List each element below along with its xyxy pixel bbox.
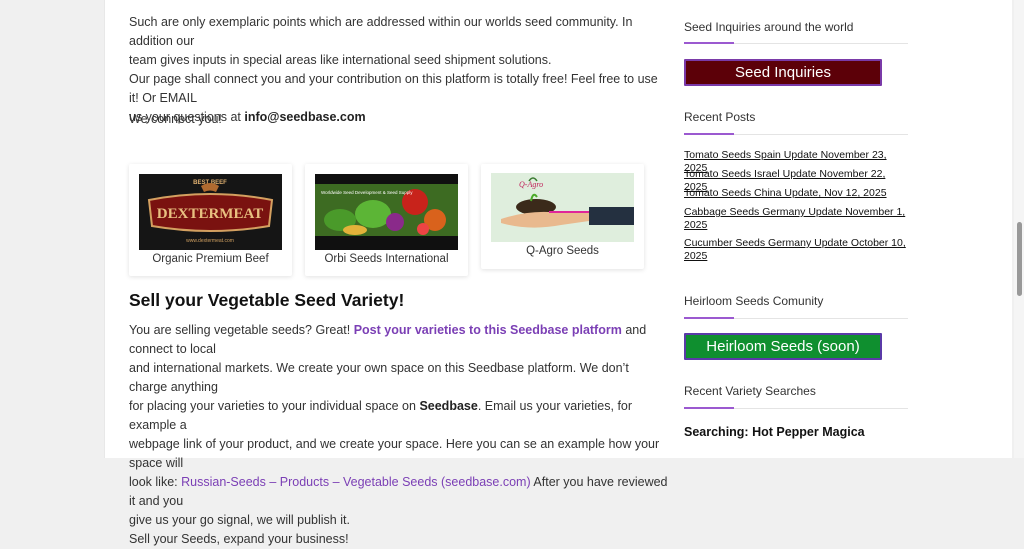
seedbase-bold: Seedbase [419,399,478,413]
recent-post-link[interactable]: Tomato Seeds China Update, Nov 12, 2025 [684,187,906,200]
intro-line-3: Our page shall connect you and your cont… [129,72,658,105]
sidebar: Seed Inquiries around the world Seed Inq… [667,0,1012,458]
divider [684,407,908,409]
sell-text: You are selling vegetable seeds? Great! [129,323,354,337]
heirloom-seeds-button[interactable]: Heirloom Seeds (soon) [684,333,882,360]
recent-post-link[interactable]: Cabbage Seeds Germany Update November 1,… [684,206,906,232]
svg-text:Worldwide Seed Development & S: Worldwide Seed Development & Seed Supply [321,190,413,195]
post-varieties-link[interactable]: Post your varieties to this Seedbase pla… [354,323,622,337]
page-scrollbar[interactable] [1014,0,1024,458]
partner-card-orbi[interactable]: Worldwide Seed Development & Seed Supply… [305,164,468,276]
sell-paragraph: You are selling vegetable seeds? Great! … [129,321,668,549]
seed-inquiries-button[interactable]: Seed Inquiries [684,59,882,86]
intro-line-2: team gives inputs in special areas like … [129,53,552,67]
partner-card-dextermeat[interactable]: BEST BEEF DEXTERMEAT www.dextermeat.com … [129,164,292,276]
divider [684,42,908,44]
main-content: Such are only exemplaric points which ar… [104,0,669,546]
sell-text: give us your go signal, we will publish … [129,513,350,527]
partner-caption: Orbi Seeds International [324,253,449,265]
inquiries-title: Seed Inquiries around the world [684,20,854,34]
sell-heading: Sell your Vegetable Seed Variety! [129,290,405,310]
sell-text: for placing your varieties to your indiv… [129,399,420,413]
recent-post-link[interactable]: Cucumber Seeds Germany Update October 10… [684,237,906,263]
recent-posts-title: Recent Posts [684,110,756,124]
dextermeat-logo: BEST BEEF DEXTERMEAT www.dextermeat.com [139,174,282,250]
intro-line-1: Such are only exemplaric points which ar… [129,15,633,48]
divider [684,317,908,319]
sell-text: look like: [129,475,182,489]
svg-text:www.dextermeat.com: www.dextermeat.com [186,238,234,244]
connect-text: We connect you! [129,112,222,126]
partner-caption: Q-Agro Seeds [526,245,599,257]
partner-card-qagro[interactable]: Q-Agro Q-Agro Seeds [481,164,644,269]
sell-text: Sell your Seeds, expand your business! [129,532,349,546]
svg-text:DEXTERMEAT: DEXTERMEAT [157,206,263,222]
partner-caption: Organic Premium Beef [152,253,269,265]
contact-email[interactable]: info@seedbase.com [244,110,365,124]
sell-text: webpage link of your product, and we cre… [129,437,660,470]
svg-text:Q-Agro: Q-Agro [519,180,543,189]
sell-text: and international markets. We create you… [129,361,629,394]
recent-search-item[interactable]: Searching: Hot Pepper Magica [684,425,865,439]
recent-searches-title: Recent Variety Searches [684,384,816,398]
divider [684,133,908,135]
russian-seeds-link[interactable]: Russian-Seeds – Products – Vegetable See… [181,475,531,489]
qagro-image: Q-Agro [491,173,634,242]
scrollbar-thumb[interactable] [1017,222,1022,296]
orbi-seeds-image: Worldwide Seed Development & Seed Supply [315,174,458,250]
heirloom-title: Heirloom Seeds Comunity [684,294,824,308]
